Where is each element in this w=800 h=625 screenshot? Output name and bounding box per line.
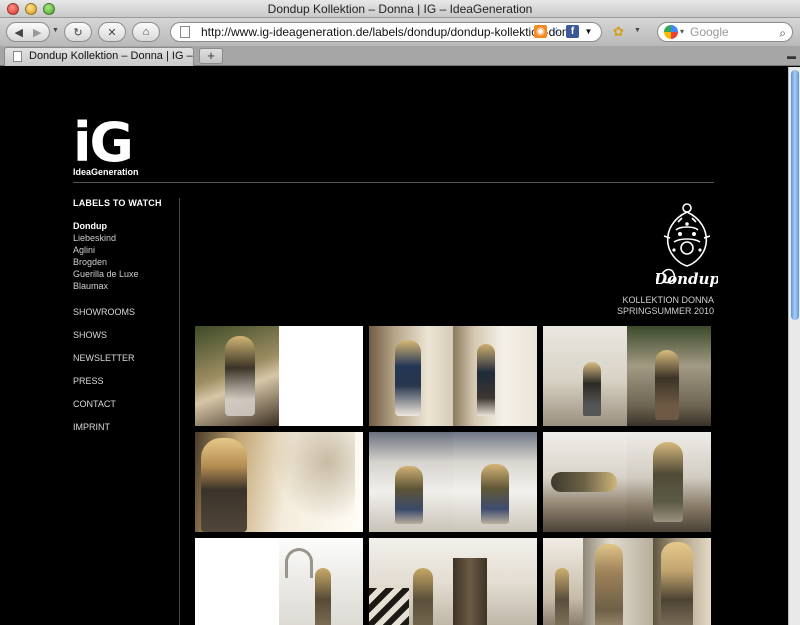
stop-button[interactable]: ✕ [98,22,126,42]
back-forward-buttons[interactable]: ◀ ▶ [6,22,50,42]
minimize-window-button[interactable] [25,3,37,15]
site-logo[interactable]: iG IdeaGeneration [73,111,143,178]
url-dropdown-icon[interactable]: ▼ [582,25,595,38]
history-dropdown-icon[interactable]: ▼ [52,27,59,34]
reload-button[interactable]: ↻ [64,22,92,42]
tab-list-menu-icon[interactable]: ▬ [787,51,796,61]
search-icon[interactable]: ⌕ [779,24,786,42]
forward-arrow-icon[interactable]: ▶ [33,26,41,39]
photo-thumbnail-4[interactable] [195,432,363,532]
bookmark-star-icon[interactable]: ☆ [550,25,563,38]
extension-icon[interactable]: ✿ [613,24,624,40]
reload-icon: ↻ [73,26,83,39]
nav-label-dondup[interactable]: Dondup [73,220,173,232]
photo-thumbnail-7[interactable] [195,538,363,625]
google-search-engine-icon[interactable] [664,25,678,39]
dondup-crest-icon: Dondup [653,203,720,288]
close-window-button[interactable] [7,3,19,15]
nav-link-shows[interactable]: SHOWS [73,331,173,340]
collection-caption: KOLLEKTION DONNA SPRINGSUMMER 2010 [560,295,714,317]
photo-thumbnail-3[interactable] [543,326,711,426]
photo-thumbnail-9[interactable] [543,538,711,625]
logo-mark: iG [73,111,134,174]
browser-toolbar: ◀ ▶ ▼ ↻ ✕ ⌂ http://www.ig-ideageneration… [0,18,800,46]
nav-link-showrooms[interactable]: SHOWROOMS [73,308,173,317]
home-icon: ⌂ [142,26,150,38]
photo-thumbnail-2[interactable] [369,326,537,426]
nav-link-imprint[interactable]: IMPRINT [73,423,173,432]
address-bar[interactable]: http://www.ig-ideageneration.de/labels/d… [170,22,602,42]
tab-label[interactable]: Dondup Kollektion – Donna | IG – ... [29,50,193,62]
caption-line-2: SPRINGSUMMER 2010 [616,306,714,316]
nav-label-guerilla-de-luxe[interactable]: Guerilla de Luxe [73,268,173,280]
nav-link-newsletter[interactable]: NEWSLETTER [73,354,173,363]
tab-page-icon [13,51,22,62]
nav-link-contact[interactable]: CONTACT [73,400,173,409]
dondup-brand-logo: Dondup [653,198,720,290]
stop-icon: ✕ [107,26,117,39]
brand-name: Dondup [656,270,718,288]
photo-thumbnail-6[interactable] [543,432,711,532]
facebook-icon[interactable]: f [566,25,579,38]
photo-thumbnail-1[interactable] [195,326,363,426]
new-tab-button[interactable]: + [199,48,223,64]
page-icon [180,26,190,38]
logo-text: IdeaGeneration [73,167,139,177]
rss-feed-icon[interactable]: ◉ [534,25,547,38]
tab-dondup[interactable]: Dondup Kollektion – Donna | IG – ... [4,47,194,66]
address-bar-icons: ◉ ☆ f ▼ [534,25,595,38]
caption-line-1: KOLLEKTION DONNA [622,295,714,305]
search-box[interactable]: ▾ Google ⌕ [657,22,793,42]
nav-link-press[interactable]: PRESS [73,377,173,386]
window-title: Dondup Kollektion – Donna | IG – IdeaGen… [267,2,533,16]
window-titlebar: Dondup Kollektion – Donna | IG – IdeaGen… [0,0,800,18]
home-button[interactable]: ⌂ [132,22,160,42]
url-text[interactable]: http://www.ig-ideageneration.de/labels/d… [201,25,569,39]
header-divider [73,182,714,183]
photo-thumbnail-5[interactable] [369,432,537,532]
nav-label-aglini[interactable]: Aglini [73,244,173,256]
web-page: iG IdeaGeneration LABELS TO WATCH Dondup… [0,67,788,625]
vertical-scrollbar[interactable] [788,67,800,625]
site-navigation: LABELS TO WATCH Dondup Liebeskind Aglini… [73,198,173,432]
search-engine-dropdown-icon[interactable]: ▾ [680,23,684,41]
nav-label-blaumax[interactable]: Blaumax [73,280,173,292]
nav-label-brogden[interactable]: Brogden [73,256,173,268]
scrollbar-thumb[interactable] [791,70,799,320]
sidebar-divider [179,198,180,625]
labels-list: Dondup Liebeskind Aglini Brogden Guerill… [73,220,173,292]
search-placeholder[interactable]: Google [690,25,729,39]
window-controls [7,3,55,15]
extension-dropdown-icon[interactable]: ▼ [634,27,641,34]
zoom-window-button[interactable] [43,3,55,15]
back-arrow-icon[interactable]: ◀ [15,26,23,39]
nav-label-liebeskind[interactable]: Liebeskind [73,232,173,244]
photo-thumbnail-8[interactable] [369,538,537,625]
tab-bar: Dondup Kollektion – Donna | IG – ... + ▬ [0,46,800,66]
nav-heading[interactable]: LABELS TO WATCH [73,198,173,208]
